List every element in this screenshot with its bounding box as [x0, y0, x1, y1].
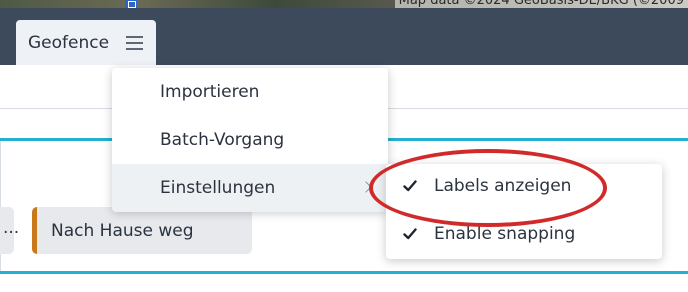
map-marker-icon[interactable]	[125, 0, 137, 8]
submenu-item-labels-anzeigen[interactable]: Labels anzeigen	[386, 164, 662, 211]
dropdown-menu: Importieren Batch-Vorgang Einstellungen	[112, 68, 388, 212]
tab-geofence[interactable]: Geofence	[16, 20, 156, 65]
map-attribution: Map data ©2024 GeoBasis-DE/BKG (©2009	[394, 0, 688, 8]
menu-item-batch-vorgang[interactable]: Batch-Vorgang	[112, 116, 388, 164]
list-item-partial-text: ...	[3, 218, 20, 238]
toolbar: Geofence	[0, 8, 688, 65]
chevron-right-icon	[360, 181, 372, 193]
menu-item-label: Einstellungen	[160, 178, 276, 198]
settings-submenu: Labels anzeigen Enable snapping	[386, 164, 662, 259]
menu-item-label: Importieren	[160, 82, 260, 102]
submenu-item-label: Labels anzeigen	[434, 176, 572, 196]
hamburger-menu-icon[interactable]	[126, 36, 143, 50]
menu-item-importieren[interactable]: Importieren	[112, 68, 388, 116]
map-strip[interactable]: Map data ©2024 GeoBasis-DE/BKG (©2009	[0, 0, 688, 8]
list-item-label: Nach Hause weg	[51, 220, 194, 241]
checkmark-icon	[403, 179, 417, 193]
submenu-item-label: Enable snapping	[434, 224, 576, 244]
list-item-nach-hause-weg[interactable]: Nach Hause weg	[32, 207, 252, 254]
checkmark-icon	[403, 227, 417, 241]
menu-item-einstellungen[interactable]: Einstellungen	[112, 164, 388, 212]
divider-line	[0, 271, 688, 274]
submenu-item-enable-snapping[interactable]: Enable snapping	[386, 212, 662, 259]
menu-item-label: Batch-Vorgang	[160, 130, 285, 150]
tab-label: Geofence	[28, 32, 110, 53]
